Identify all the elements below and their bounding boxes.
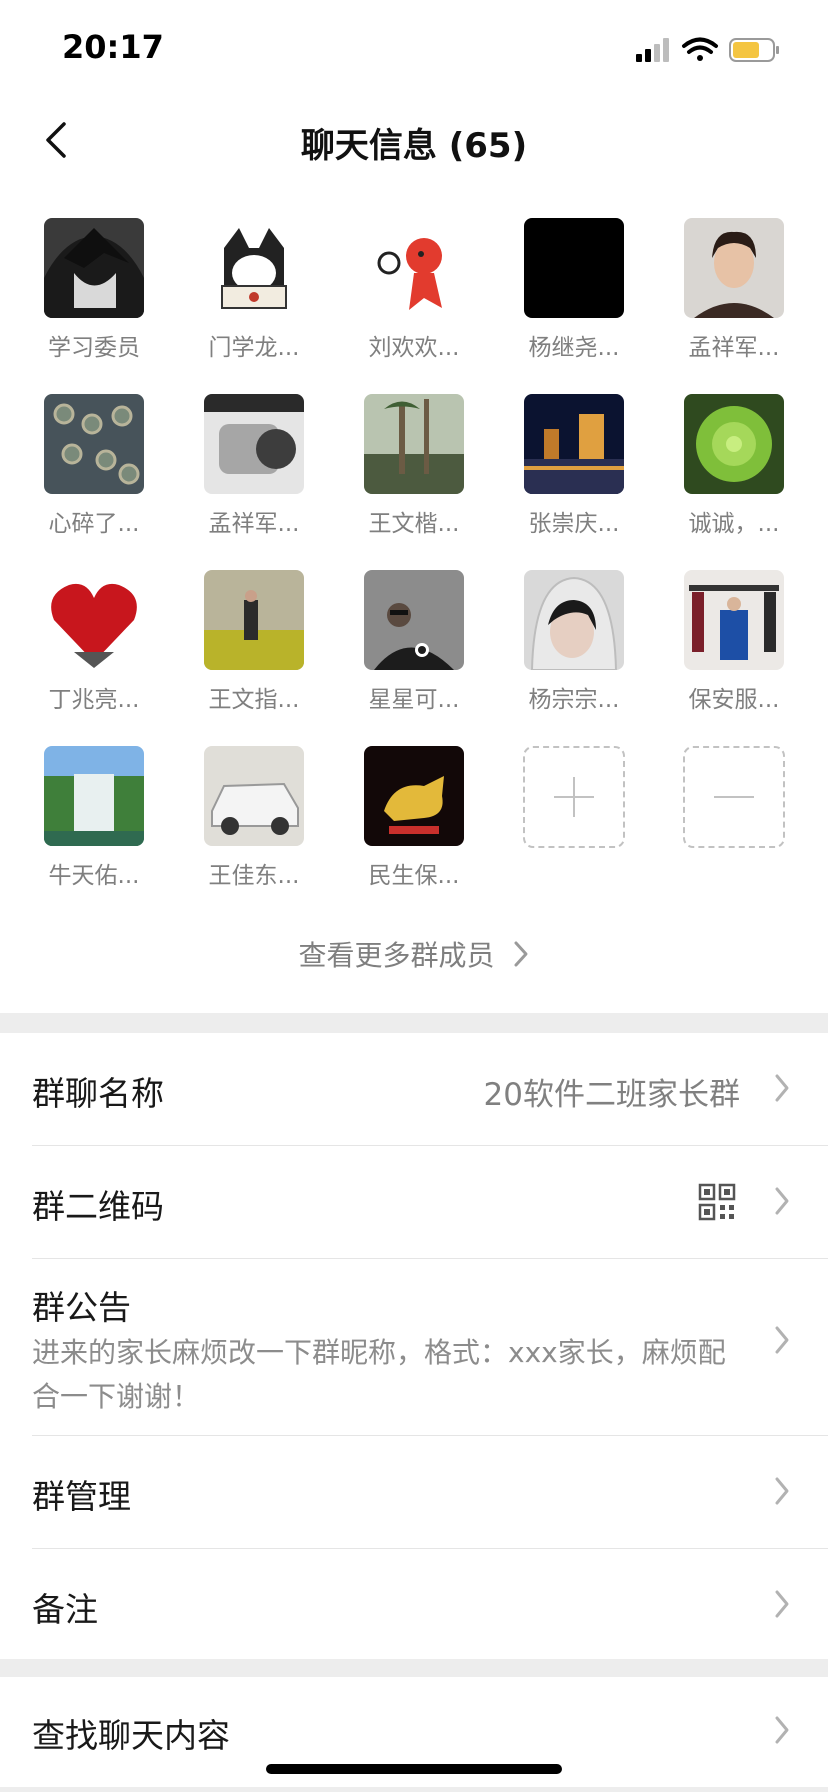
avatar [684, 218, 784, 318]
status-bar: 20:17 [0, 0, 828, 100]
member-item[interactable]: 王文楷... [349, 394, 479, 538]
member-name: 杨宗宗... [528, 687, 620, 713]
member-item[interactable]: 杨继尧... [509, 218, 639, 362]
member-name: 王佳东... [208, 863, 300, 889]
member-item[interactable]: 王文指... [189, 570, 319, 714]
member-item[interactable]: 门学龙... [189, 218, 319, 362]
member-item[interactable]: 诚诚，... [669, 394, 799, 538]
member-item[interactable]: 孟祥军... [189, 394, 319, 538]
wifi-icon [682, 37, 718, 61]
member-item[interactable]: 心碎了... [29, 394, 159, 538]
member-item[interactable]: 保安服... [669, 570, 799, 714]
search-chat-label: 查找聊天内容 [32, 1716, 230, 1755]
member-item[interactable]: 学习委员 [29, 218, 159, 362]
group-manage-label: 群管理 [32, 1477, 131, 1516]
chevron-right-icon [774, 1325, 790, 1359]
member-name: 心碎了... [48, 511, 140, 537]
avatar [204, 218, 304, 318]
nav-bar: 聊天信息 (65) [0, 100, 828, 180]
member-item[interactable]: 民生保... [349, 746, 479, 890]
group-qr-label: 群二维码 [32, 1187, 164, 1226]
member-name: 星星可... [368, 687, 460, 713]
view-more-members-label: 查看更多群成员 [298, 939, 495, 972]
chevron-right-icon [774, 1073, 790, 1107]
member-name: 王文楷... [368, 511, 460, 537]
member-item[interactable]: 孟祥军... [669, 218, 799, 362]
group-name-value: 20软件二班家长群 [483, 1077, 740, 1113]
view-more-members-link[interactable]: 查看更多群成员 [0, 934, 828, 975]
member-name: 保安服... [688, 687, 780, 713]
group-notice-row[interactable]: 群公告 进来的家长麻烦改一下群昵称，格式：xxx家长，麻烦配合一下谢谢！ [32, 1259, 828, 1436]
avatar [684, 570, 784, 670]
avatar [524, 394, 624, 494]
avatar [204, 570, 304, 670]
signal-icon [636, 38, 669, 62]
group-name-row[interactable]: 群聊名称 20软件二班家长群 [32, 1033, 828, 1146]
group-name-label: 群聊名称 [32, 1074, 164, 1113]
chevron-right-icon [774, 1715, 790, 1749]
member-item[interactable]: 丁兆亮... [29, 570, 159, 714]
status-icons [632, 36, 792, 64]
plus-icon[interactable] [523, 746, 625, 848]
group-notice-label: 群公告 [32, 1288, 131, 1327]
avatar [364, 394, 464, 494]
avatar [364, 570, 464, 670]
chevron-right-icon [774, 1186, 790, 1220]
chevron-right-icon [774, 1589, 790, 1623]
avatar [44, 218, 144, 318]
member-item[interactable]: 刘欢欢... [349, 218, 479, 362]
avatar [684, 394, 784, 494]
member-item[interactable]: 牛天佑... [29, 746, 159, 890]
qr-code-icon [698, 1183, 736, 1225]
member-name: 孟祥军... [208, 511, 300, 537]
member-name: 杨继尧... [528, 335, 620, 361]
group-notice-text: 进来的家长麻烦改一下群昵称，格式：xxx家长，麻烦配合一下谢谢！ [32, 1336, 726, 1413]
member-name: 王文指... [208, 687, 300, 713]
member-name: 诚诚，... [688, 511, 780, 537]
member-name: 张崇庆... [528, 511, 620, 537]
avatar [204, 746, 304, 846]
chevron-right-icon [513, 940, 529, 975]
chevron-right-icon [774, 1476, 790, 1510]
minus-icon[interactable] [683, 746, 785, 848]
remark-row[interactable]: 备注 [32, 1549, 828, 1661]
avatar [44, 570, 144, 670]
avatar [44, 394, 144, 494]
status-time: 20:17 [62, 28, 164, 66]
avatar [524, 570, 624, 670]
avatar [204, 394, 304, 494]
member-name: 学习委员 [48, 335, 140, 361]
member-item[interactable]: 星星可... [349, 570, 479, 714]
avatar [364, 218, 464, 318]
avatar [44, 746, 144, 846]
remove-member-button[interactable] [669, 746, 799, 848]
add-member-button[interactable] [509, 746, 639, 848]
avatar [364, 746, 464, 846]
member-name: 门学龙... [208, 335, 300, 361]
member-item[interactable]: 王佳东... [189, 746, 319, 890]
member-name: 孟祥军... [688, 335, 780, 361]
battery-icon [729, 38, 779, 62]
member-name: 丁兆亮... [48, 687, 140, 713]
group-qr-row[interactable]: 群二维码 [32, 1146, 828, 1259]
group-manage-row[interactable]: 群管理 [32, 1436, 828, 1549]
home-indicator [266, 1764, 562, 1774]
remark-label: 备注 [32, 1590, 98, 1629]
member-item[interactable]: 张崇庆... [509, 394, 639, 538]
member-name: 刘欢欢... [368, 335, 460, 361]
group-settings-list: 群聊名称 20软件二班家长群 群二维码 群公告 进来的家长麻烦改一下群昵称，格式… [0, 1033, 828, 1659]
member-name: 民生保... [368, 863, 460, 889]
member-item[interactable]: 杨宗宗... [509, 570, 639, 714]
group-info-panel: 20:17 聊天信息 (65) 学习委员 门学龙... 刘欢欢... 杨继尧..… [0, 0, 828, 1013]
member-name: 牛天佑... [48, 863, 140, 889]
page-title: 聊天信息 (65) [300, 126, 528, 166]
avatar [524, 218, 624, 318]
